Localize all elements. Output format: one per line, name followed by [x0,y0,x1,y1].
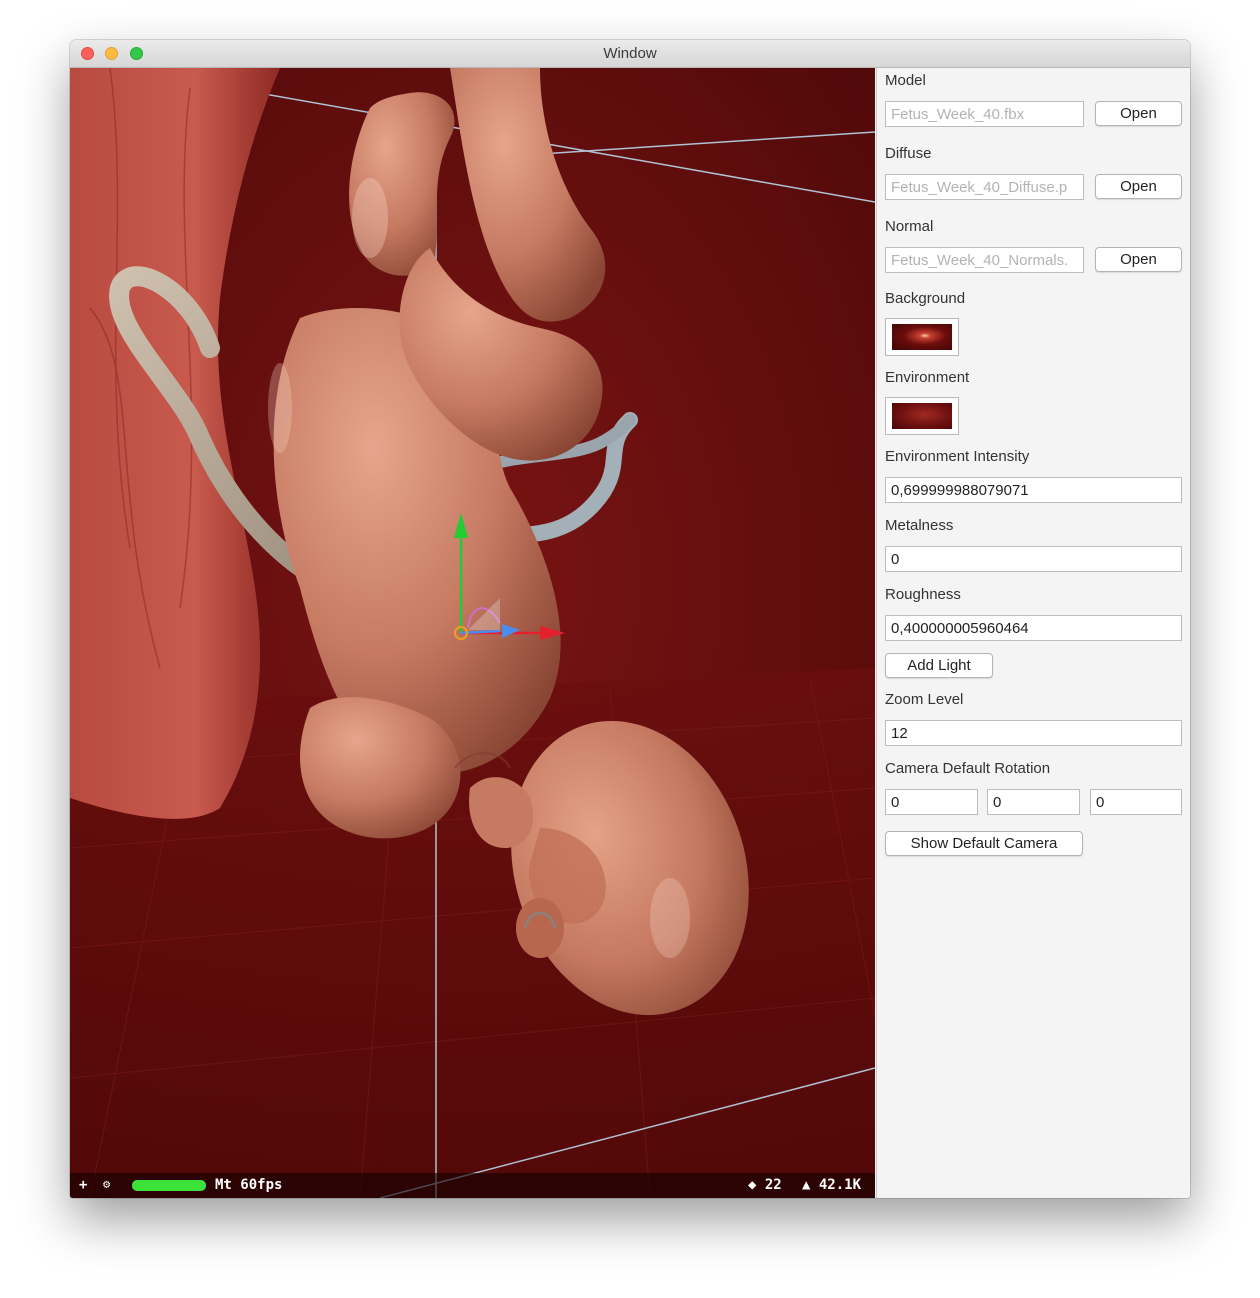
environment-label: Environment [885,369,970,386]
roughness-label: Roughness [885,586,961,603]
scene-render [70,68,875,1198]
add-light-button[interactable]: Add Light [885,653,993,678]
model-path-field[interactable]: Fetus_Week_40.fbx [885,101,1084,127]
background-thumbnail [892,324,952,350]
environment-intensity-label: Environment Intensity [885,448,1030,465]
metalness-label: Metalness [885,517,954,534]
settings-gear-icon[interactable]: ⚙ [103,1177,110,1191]
normal-label: Normal [885,218,934,235]
diffuse-label: Diffuse [885,145,932,162]
camera-rotation-y-input[interactable]: 0 [987,789,1080,815]
add-icon[interactable]: + [79,1177,87,1193]
title-bar[interactable]: Window [70,40,1190,68]
environment-intensity-input[interactable]: 0,699999988079071 [885,477,1182,503]
camera-rotation-x-input[interactable]: 0 [885,789,978,815]
app-window: Window + ⚙ Mt 60fps ◆ 22 ▲ 42.1K Model F… [70,40,1190,1198]
window-title: Window [603,45,657,62]
draw-calls-readout: ◆ 22 [748,1177,782,1193]
metalness-input[interactable]: 0 [885,546,1182,572]
roughness-input[interactable]: 0,400000005960464 [885,615,1182,641]
zoom-level-input[interactable]: 12 [885,720,1182,746]
fps-meter-bar [132,1180,206,1191]
open-diffuse-button[interactable]: Open [1095,174,1182,199]
diffuse-path-field[interactable]: Fetus_Week_40_Diffuse.p [885,174,1084,200]
stats-bar: + ⚙ Mt 60fps ◆ 22 ▲ 42.1K [70,1173,875,1198]
model-label: Model [885,72,926,89]
show-default-camera-button[interactable]: Show Default Camera [885,831,1083,856]
camera-rotation-label: Camera Default Rotation [885,760,1051,777]
triangle-count-readout: ▲ 42.1K [802,1177,862,1193]
background-swatch[interactable] [885,318,959,356]
zoom-level-label: Zoom Level [885,691,964,708]
background-label: Background [885,290,966,307]
open-normal-button[interactable]: Open [1095,247,1182,272]
open-model-button[interactable]: Open [1095,101,1182,126]
fps-readout: Mt 60fps [215,1177,283,1193]
environment-swatch[interactable] [885,397,959,435]
normal-path-field[interactable]: Fetus_Week_40_Normals. [885,247,1084,273]
properties-panel: Model Fetus_Week_40.fbx Open Diffuse Fet… [876,68,1190,1198]
camera-rotation-z-input[interactable]: 0 [1090,789,1182,815]
environment-thumbnail [892,403,952,429]
3d-viewport[interactable]: + ⚙ Mt 60fps ◆ 22 ▲ 42.1K [70,68,875,1198]
